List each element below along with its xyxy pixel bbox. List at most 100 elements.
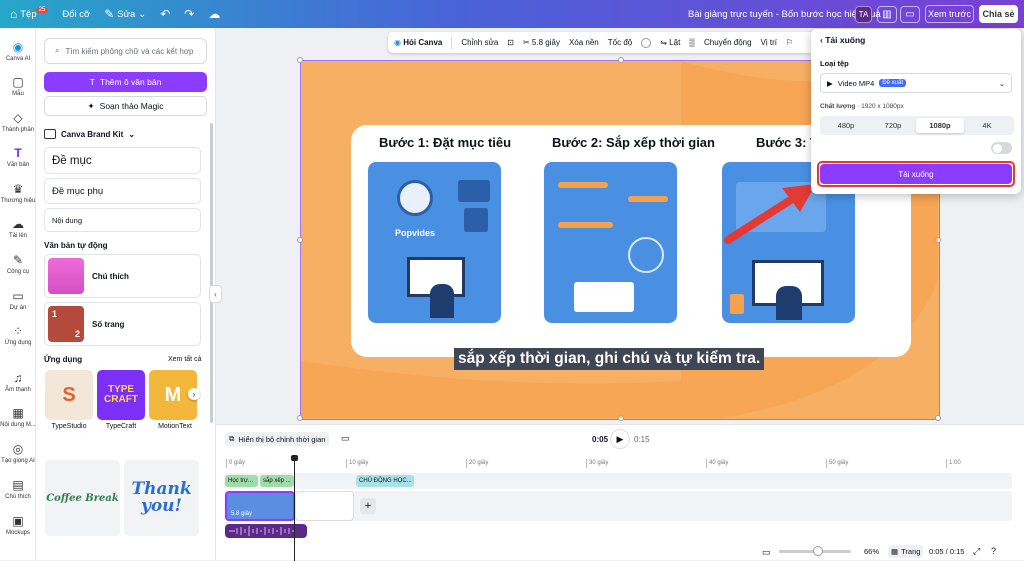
speed-button[interactable]: Tốc độ	[608, 38, 632, 47]
auto-item-caption[interactable]: Chú thích	[44, 254, 201, 298]
app-label-typecraft: TypeCraft	[105, 423, 137, 430]
caption-clip[interactable]: Học trự...	[225, 475, 258, 487]
resolution-480p[interactable]: 480p	[822, 118, 870, 133]
step-2-illustration	[544, 162, 677, 323]
resize-button[interactable]: Đổi cỡ	[62, 9, 90, 20]
edit-video-button[interactable]: Chỉnh sửa	[461, 38, 498, 47]
video-clip[interactable]: 5.8 giây	[225, 491, 295, 521]
app-typestudio[interactable]: S	[45, 370, 93, 420]
redo-button[interactable]: ↷	[184, 7, 194, 21]
collapse-panel-button[interactable]: ‹	[209, 285, 222, 303]
rail-item-media[interactable]: ▦ Nội dung M...	[0, 406, 36, 428]
toggle-switch[interactable]	[991, 142, 1012, 154]
resolution-1080p[interactable]: 1080p	[916, 118, 964, 133]
rail-item-ai-voice[interactable]: ◎ Tạo giọng AI	[0, 442, 36, 464]
auto-item-page-number[interactable]: 1 2 Số trang	[44, 302, 201, 346]
fullscreen-icon[interactable]: ⤢	[973, 546, 980, 557]
rail-item-audio[interactable]: ♫ Âm thanh	[0, 371, 36, 393]
rail-item-elements[interactable]: ◇ Thành phần	[0, 111, 36, 133]
resolution-720p[interactable]: 720p	[869, 118, 917, 133]
panel-scrollbar[interactable]	[210, 123, 213, 423]
font-combo-thank-you[interactable]: Thank you!	[124, 460, 199, 536]
position-button[interactable]: Vị trí	[761, 38, 777, 47]
cloud-icon: ☁	[208, 7, 221, 21]
cloud-sync-button[interactable]: ☁	[208, 7, 220, 21]
rail-item-captions[interactable]: ▤ Chú thích	[0, 478, 36, 500]
search-input[interactable]: ⌕ Tìm kiếm phông chữ và các kết hợp	[44, 38, 207, 64]
rail-item-templates[interactable]: ▢ Mẫu	[0, 75, 36, 97]
see-all-link[interactable]: Xem tất cả	[168, 356, 201, 363]
add-clip-button[interactable]: +	[360, 498, 376, 514]
document-title[interactable]: Bài giảng trực tuyến - Bốn bước học hiệu…	[688, 9, 881, 20]
caption-clip[interactable]: sắp xếp ...	[260, 475, 294, 487]
magic-write-button[interactable]: ✦ Soạn thảo Magic	[44, 96, 207, 116]
play-button[interactable]: ▶	[610, 429, 630, 449]
animate-button[interactable]: Chuyển động	[704, 38, 752, 47]
rail-item-canva-ai[interactable]: ◉ Canva AI	[0, 40, 36, 62]
avatar[interactable]: TA	[855, 6, 872, 23]
playhead[interactable]	[294, 457, 295, 561]
analytics-button[interactable]: ▥	[877, 6, 897, 23]
rail-item-uploads[interactable]: ☁ Tải lên	[0, 217, 36, 239]
side-rail: ◉ Canva AI ▢ Mẫu ◇ Thành phần T Văn bản ♛ Thư…	[0, 28, 36, 560]
zoom-slider-thumb[interactable]	[813, 546, 823, 556]
rail-item-projects[interactable]: ▭ Dự án	[0, 289, 36, 311]
undo-button[interactable]: ↶	[160, 7, 170, 21]
total-time: 0:15	[634, 435, 650, 444]
download-panel: ‹ Tải xuống Loại tệp ▶ Video MP4 Đề xuất …	[811, 29, 1021, 194]
rail-item-brand[interactable]: ♛ Thương hiệu	[0, 182, 36, 204]
heading-style[interactable]: Đề mục	[44, 147, 201, 174]
font-combo-coffee-break[interactable]: Coffee Break	[45, 460, 120, 536]
plant-icon	[730, 294, 744, 314]
comments-button[interactable]: ▭	[900, 6, 920, 23]
comment-icon: ▭	[905, 9, 915, 20]
brand-kit-selector[interactable]: Canva Brand Kit ⌄	[44, 129, 135, 139]
ask-canva-button[interactable]: ◉ Hỏi Canva	[394, 38, 442, 47]
notes-icon[interactable]: ▭	[762, 547, 771, 558]
caption-thumbnail	[48, 258, 84, 294]
rail-item-text[interactable]: T Văn bản	[0, 146, 36, 168]
empty-clip-slot[interactable]	[295, 491, 354, 521]
download-back-button[interactable]: ‹ Tải xuống	[820, 35, 865, 45]
rail-item-tools[interactable]: ✎ Công cụ	[0, 253, 36, 275]
flip-button[interactable]: ⇋ Lật	[660, 38, 680, 47]
caption-subtitle[interactable]: sắp xếp thời gian, ghi chú và tự kiểm tr…	[454, 348, 765, 370]
plus-icon: +	[364, 500, 372, 512]
resolution-4k[interactable]: 4K	[963, 118, 1011, 133]
transparency-icon[interactable]: ▒	[689, 38, 695, 47]
crop-icon[interactable]: ⊡	[507, 38, 514, 47]
rail-item-mockups[interactable]: ▣ Mockups	[0, 514, 36, 536]
upload-icon: ☁	[12, 217, 24, 231]
color-swatch[interactable]	[641, 37, 652, 48]
pencil-icon: ✎	[104, 7, 115, 21]
projects-icon: ▭	[12, 289, 24, 303]
remove-bg-button[interactable]: Xóa nền	[569, 38, 599, 47]
edit-menu[interactable]: ✎ Sửa ⌄	[104, 7, 146, 21]
audio-icon: ♫	[13, 371, 23, 385]
add-textbox-button[interactable]: T Thêm ô văn bản	[44, 72, 207, 92]
subheading-style[interactable]: Đề mục phụ	[44, 178, 201, 204]
pages-view-button[interactable]: ▦ Trang	[888, 545, 924, 558]
body-style[interactable]: Nội dung	[44, 208, 201, 232]
caption-clip[interactable]: CHỦ ĐỘNG HỌC...	[356, 475, 414, 487]
file-type-select[interactable]: ▶ Video MP4 Đề xuất ⌄	[820, 73, 1012, 93]
app-typecraft[interactable]: TYPE CRAFT	[97, 370, 145, 420]
captions-toggle-icon[interactable]: ▭	[341, 433, 350, 444]
download-button[interactable]: Tải xuống	[820, 164, 1012, 184]
paint-format-icon[interactable]: ⚐	[786, 38, 793, 47]
bowtie-icon	[458, 180, 490, 202]
preview-button[interactable]: Xem trước	[925, 5, 974, 23]
show-timing-button[interactable]: ⧉ Hiển thị bộ chỉnh thời gian	[225, 432, 330, 446]
share-button[interactable]: Chia sẻ	[979, 5, 1018, 23]
apps-icon: ⁘	[12, 324, 24, 338]
help-icon[interactable]: ?	[991, 546, 996, 556]
rail-item-apps[interactable]: ⁘ Ứng dụng	[0, 324, 36, 346]
duration-button[interactable]: ✂ 5.8 giây	[523, 38, 560, 47]
apps-next-button[interactable]: ›	[188, 388, 200, 400]
divider	[451, 36, 453, 49]
file-menu[interactable]: ⌂ Tệp 25	[10, 6, 49, 21]
media-icon: ▦	[12, 406, 24, 420]
time-readout: 0:05 / 0:15	[929, 547, 965, 556]
chevron-left-icon: ‹	[214, 289, 217, 299]
playhead-handle[interactable]	[291, 455, 298, 461]
